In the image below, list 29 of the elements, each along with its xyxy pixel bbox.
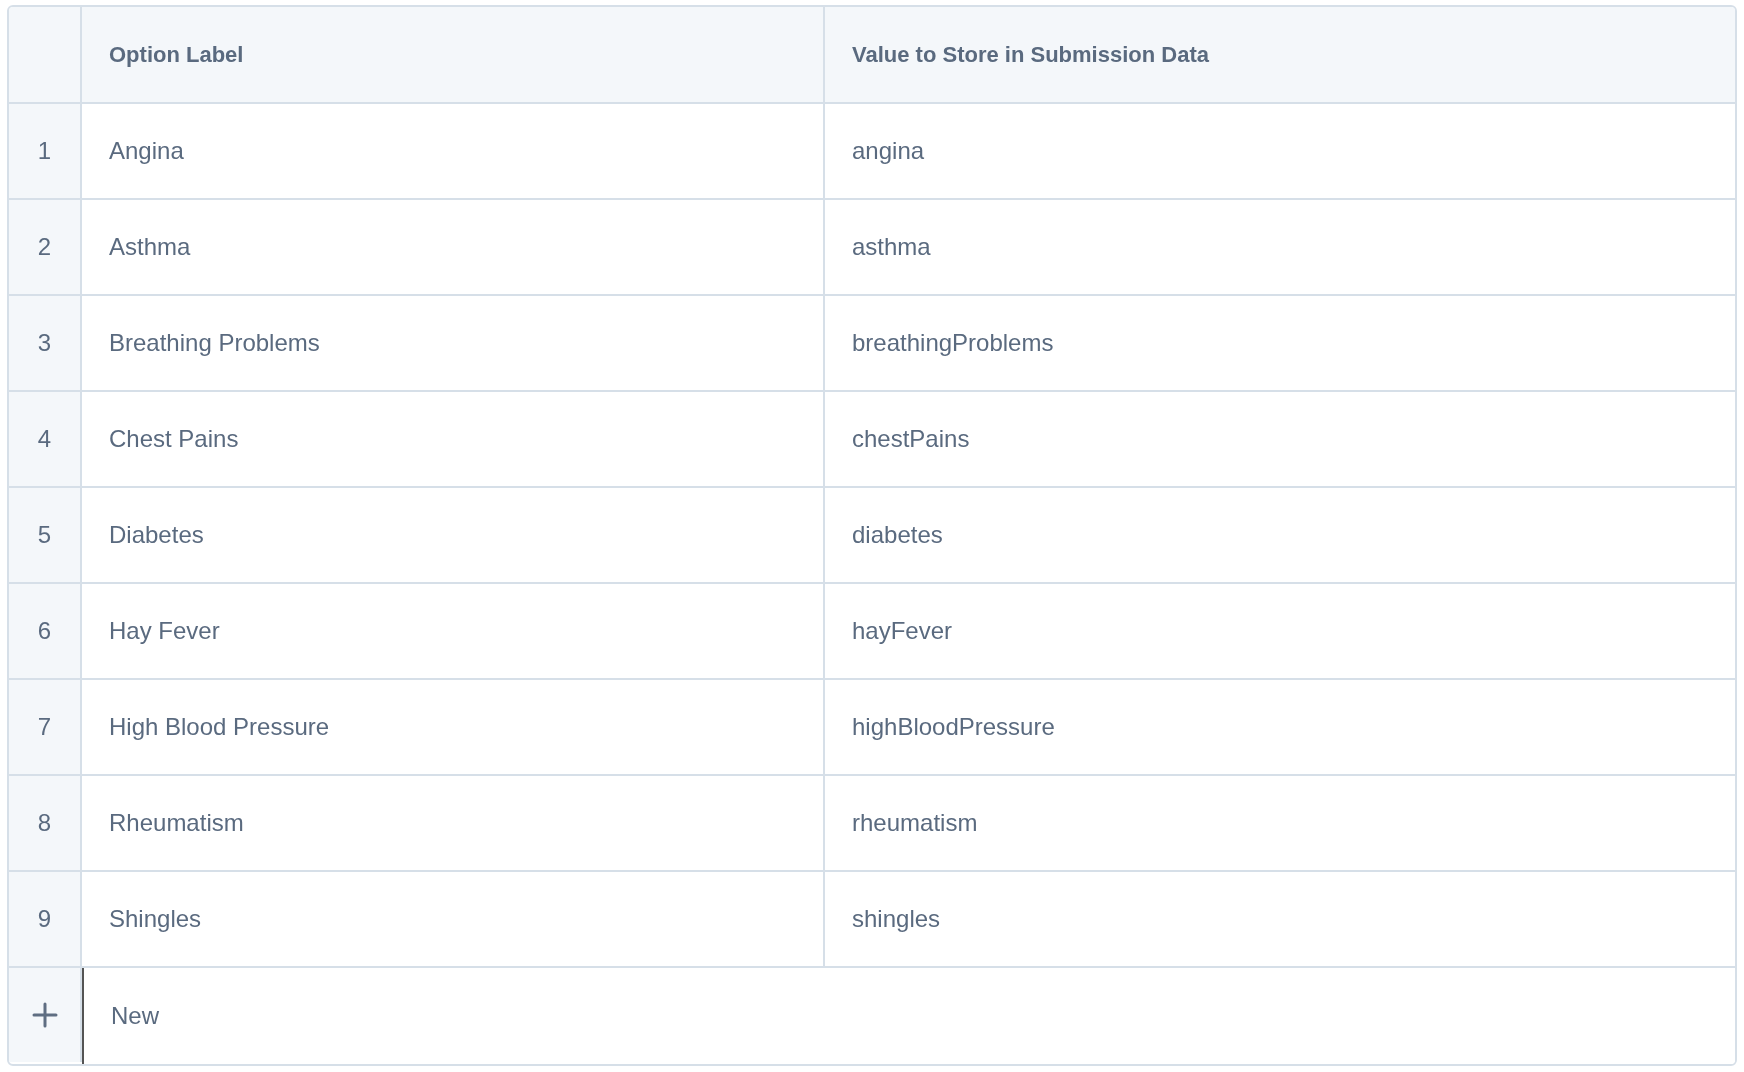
row-number: 3 xyxy=(9,296,82,392)
table-cell: angina xyxy=(825,104,1735,200)
table-cell: Angina xyxy=(82,104,825,200)
table-cell: Rheumatism xyxy=(82,776,825,872)
table-cell: High Blood Pressure xyxy=(82,680,825,776)
column-header: Value to Store in Submission Data xyxy=(825,7,1735,104)
table-cell: Diabetes xyxy=(82,488,825,584)
column-header: Option Label xyxy=(82,7,825,104)
row-number: 1 xyxy=(9,104,82,200)
table-cell: asthma xyxy=(825,200,1735,296)
table-cell: Hay Fever xyxy=(82,584,825,680)
table-cell: highBloodPressure xyxy=(825,680,1735,776)
table-cell: breathingProblems xyxy=(825,296,1735,392)
table-cell: chestPains xyxy=(825,392,1735,488)
table-cell: diabetes xyxy=(825,488,1735,584)
row-number: 2 xyxy=(9,200,82,296)
table-cell: Asthma xyxy=(82,200,825,296)
row-number: 9 xyxy=(9,872,82,968)
table-cell: rheumatism xyxy=(825,776,1735,872)
table-cell: Chest Pains xyxy=(82,392,825,488)
row-number: 4 xyxy=(9,392,82,488)
row-number: 5 xyxy=(9,488,82,584)
row-number: 6 xyxy=(9,584,82,680)
new-row-button[interactable]: New xyxy=(82,968,1735,1064)
table-cell: Breathing Problems xyxy=(82,296,825,392)
row-number: 7 xyxy=(9,680,82,776)
table-cell: hayFever xyxy=(825,584,1735,680)
plus-icon[interactable] xyxy=(31,1002,58,1028)
row-number: 8 xyxy=(9,776,82,872)
